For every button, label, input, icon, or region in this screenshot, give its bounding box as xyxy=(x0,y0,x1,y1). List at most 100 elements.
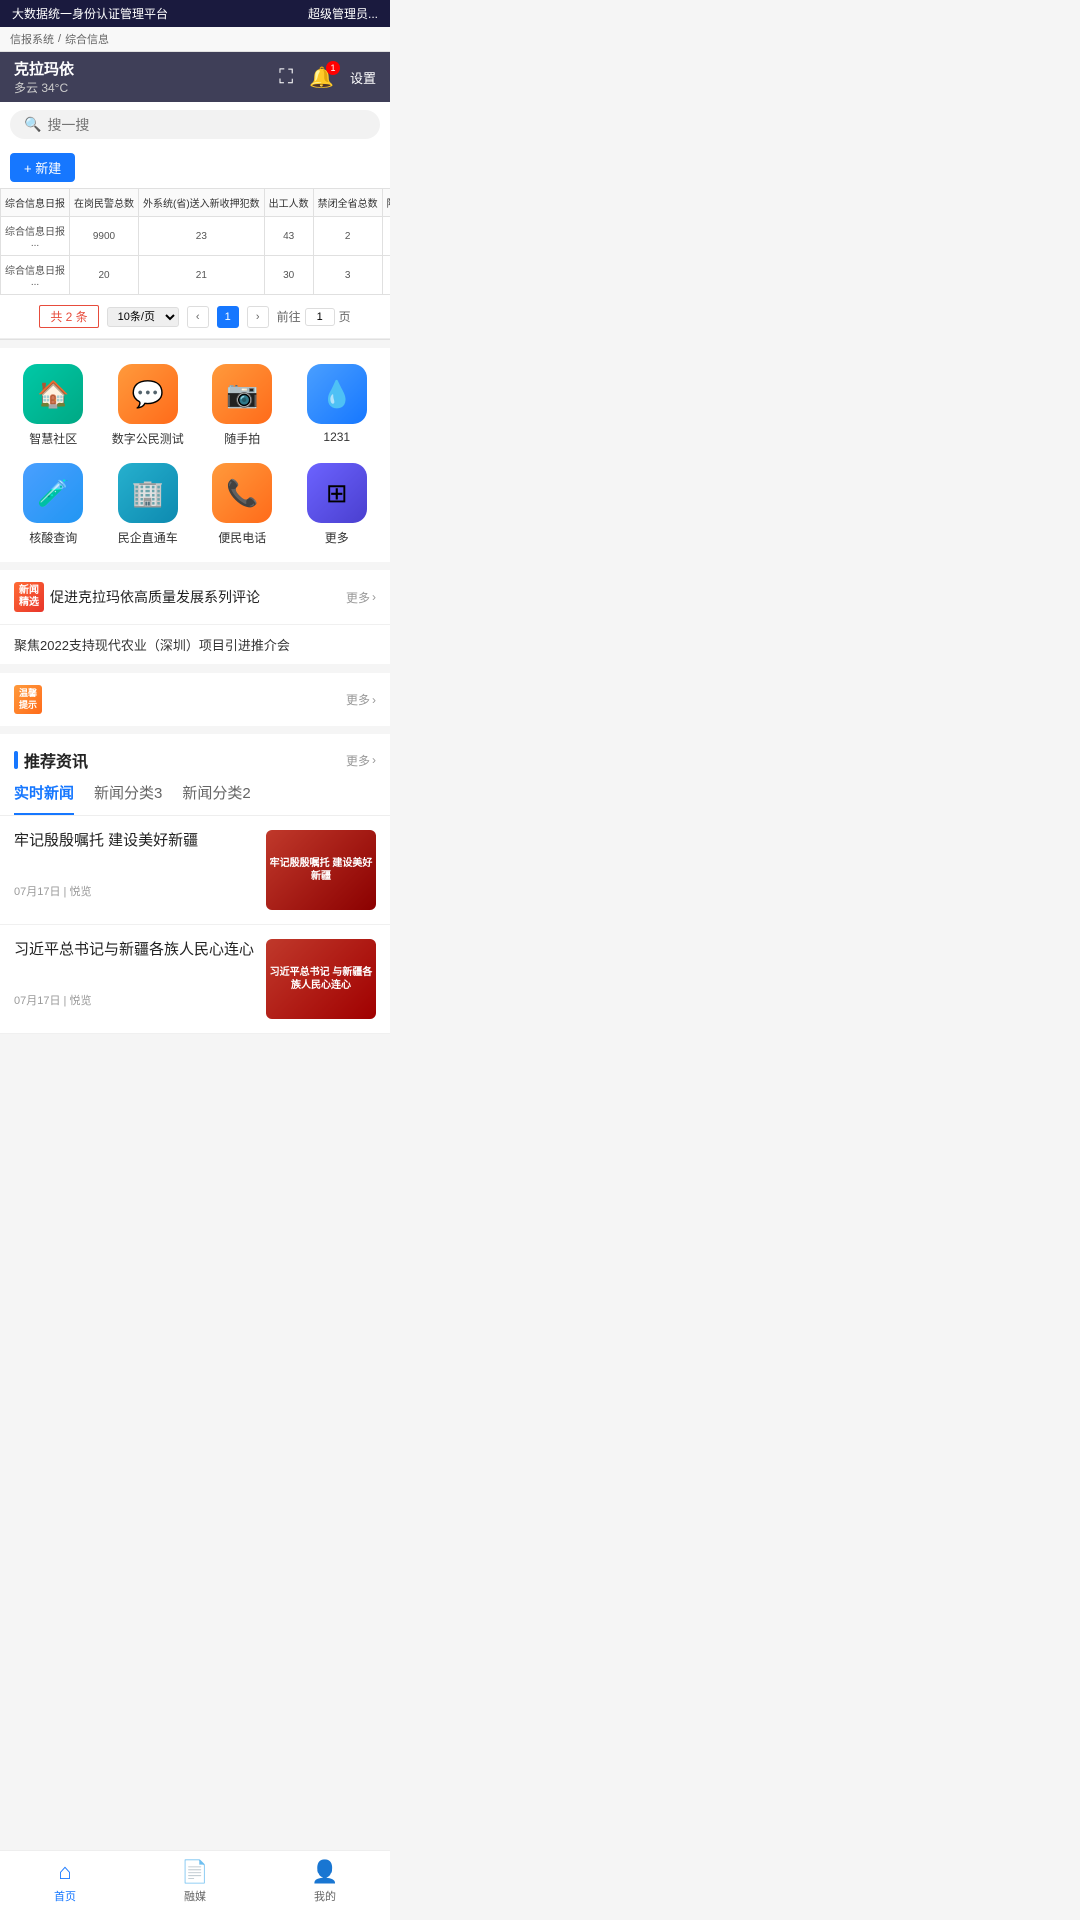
app-icon-digital: 💬 xyxy=(118,364,178,424)
app-item-enterprise[interactable]: 🏢民企直通车 xyxy=(105,463,192,546)
news-tag-icon: 新闻 精选 xyxy=(14,582,44,612)
app-icon-more: ⊞ xyxy=(307,463,367,523)
news-card-content-1: 习近平总书记与新疆各族人民心连心 07月17日 | 悦览 xyxy=(14,939,254,1008)
news-card-img-1: 习近平总书记 与新疆各族人民心连心 xyxy=(266,939,376,1019)
news-item-2[interactable]: 聚焦2022支持现代农业（深圳）项目引进推介会 xyxy=(0,625,390,665)
table-cell-1-2: 21 xyxy=(139,256,265,295)
data-panel: + 新建 综合信息日报 在岗民警总数 外系统(省)送入新收押犯数 出工人数 禁闭… xyxy=(0,147,390,340)
table-row[interactable]: 综合信息日报 ...9900234324122134432334已发 xyxy=(1,217,391,256)
notification-badge: 1 xyxy=(326,61,340,75)
table-row[interactable]: 综合信息日报 ...202130312244已发 xyxy=(1,256,391,295)
app-label-more: 更多 xyxy=(325,529,349,546)
breadcrumb-part2: 综合信息 xyxy=(65,31,109,47)
search-input[interactable] xyxy=(47,117,366,133)
recommend-title: 推荐资讯 xyxy=(14,748,88,772)
search-icon: 🔍 xyxy=(24,116,41,133)
app-item-zhihui[interactable]: 🏠智慧社区 xyxy=(10,364,97,447)
table-cell-1-0: 综合信息日报 ... xyxy=(1,256,70,295)
search-bar: 🔍 xyxy=(0,102,390,147)
col-header-0: 综合信息日报 xyxy=(1,189,70,217)
nav-item-home[interactable]: ⌂首页 xyxy=(0,1859,130,1904)
news-card-meta-1: 07月17日 | 悦览 xyxy=(14,992,254,1008)
goto-label: 前往 xyxy=(277,308,301,325)
new-button[interactable]: + 新建 xyxy=(10,153,75,182)
news-card-0[interactable]: 牢记殷殷嘱托 建设美好新疆07月17日 | 悦览牢记殷殷嘱托 建设美好新疆 xyxy=(0,816,390,925)
tab-news-2[interactable]: 新闻分类2 xyxy=(182,782,250,815)
table-cell-1-3: 30 xyxy=(264,256,313,295)
data-table-wrap: 综合信息日报 在岗民警总数 外系统(省)送入新收押犯数 出工人数 禁闭全省总数 … xyxy=(0,188,390,295)
news-tabs: 实时新闻新闻分类3 新闻分类2 xyxy=(0,772,390,816)
app-icon-1231: 💧 xyxy=(307,364,367,424)
warm-icon: 温馨 提示 xyxy=(14,685,42,714)
news-card-content-0: 牢记殷殷嘱托 建设美好新疆 07月17日 | 悦览 xyxy=(14,830,254,899)
news-more-link[interactable]: 更多 › xyxy=(346,589,376,606)
table-cell-0-3: 43 xyxy=(264,217,313,256)
city-temp: 多云 34°C xyxy=(14,79,74,96)
app-label-nucleic: 核酸查询 xyxy=(29,529,77,546)
data-table: 综合信息日报 在岗民警总数 外系统(省)送入新收押犯数 出工人数 禁闭全省总数 … xyxy=(0,188,390,295)
goto-input[interactable] xyxy=(305,308,335,326)
app-icon-photo: 📷 xyxy=(212,364,272,424)
recommend-section: 推荐资讯 更多 › 实时新闻新闻分类3 新闻分类2 牢记殷殷嘱托 建设美好新疆 07… xyxy=(0,734,390,1034)
app-icon-enterprise: 🏢 xyxy=(118,463,178,523)
table-cell-0-4: 2 xyxy=(313,217,382,256)
col-header-2: 外系统(省)送入新收押犯数 xyxy=(139,189,265,217)
news-card-img-0: 牢记殷殷嘱托 建设美好新疆 xyxy=(266,830,376,910)
app-item-phone[interactable]: 📞便民电话 xyxy=(199,463,286,546)
prev-page-button[interactable]: ‹ xyxy=(187,306,209,328)
news-section: 新闻 精选 促进克拉玛依高质量发展系列评论 更多 › 聚焦2022支持现代农业（… xyxy=(0,570,390,665)
nav-icon-home: ⌂ xyxy=(58,1859,71,1885)
col-header-4: 禁闭全省总数 xyxy=(313,189,382,217)
news-header: 新闻 精选 促进克拉玛依高质量发展系列评论 更多 › xyxy=(0,570,390,625)
tab-news-0[interactable]: 实时新闻 xyxy=(14,782,74,815)
nav-icon-mine: 👤 xyxy=(311,1859,338,1885)
news-card-meta-0: 07月17日 | 悦览 xyxy=(14,883,254,899)
table-cell-0-5: 4 xyxy=(382,217,390,256)
recommend-more-link[interactable]: 更多 › xyxy=(346,752,376,769)
notification-icon[interactable]: 🔔 1 xyxy=(309,65,334,90)
app-item-more[interactable]: ⊞ 更多 xyxy=(294,463,381,546)
header-icons: ⛶ 🔔 1 设置 xyxy=(279,65,376,90)
news-card-title-1: 习近平总书记与新疆各族人民心连心 xyxy=(14,939,254,962)
news-tag: 新闻 精选 促进克拉玛依高质量发展系列评论 xyxy=(14,582,260,612)
page-size-select[interactable]: 10条/页 20条/页 xyxy=(107,307,179,327)
news-articles: 牢记殷殷嘱托 建设美好新疆07月17日 | 悦览牢记殷殷嘱托 建设美好新疆习近平… xyxy=(0,816,390,1034)
news-card-title-0: 牢记殷殷嘱托 建设美好新疆 xyxy=(14,830,254,853)
warm-tag: 温馨 提示 xyxy=(14,685,42,714)
nav-icon-media: 📄 xyxy=(181,1859,208,1885)
current-page: 1 xyxy=(217,306,239,328)
app-item-photo[interactable]: 📷随手拍 xyxy=(199,364,286,447)
next-page-button[interactable]: › xyxy=(247,306,269,328)
col-header-1: 在岗民警总数 xyxy=(70,189,139,217)
app-item-nucleic[interactable]: 🧪核酸查询 xyxy=(10,463,97,546)
settings-icon[interactable]: 设置 xyxy=(350,68,376,87)
nav-label-mine: 我的 xyxy=(314,1888,336,1904)
city-name: 克拉玛依 xyxy=(14,58,74,79)
nav-item-mine[interactable]: 👤 我的 xyxy=(260,1859,390,1904)
table-cell-1-4: 3 xyxy=(313,256,382,295)
app-grid-section: 🏠智慧社区 💬 数字公民测试 📷随手拍 💧 1231 🧪核酸查询🏢民企直通车📞便民电话 ⊞ 更多 xyxy=(0,348,390,562)
fullscreen-icon[interactable]: ⛶ xyxy=(279,66,293,89)
search-wrap[interactable]: 🔍 xyxy=(10,110,380,139)
breadcrumb-sep: / xyxy=(58,33,61,45)
warm-more-link[interactable]: 更多 › xyxy=(346,691,376,708)
table-cell-1-5: 1 xyxy=(382,256,390,295)
tab-news-1[interactable]: 新闻分类3 xyxy=(94,782,162,815)
news-card-1[interactable]: 习近平总书记与新疆各族人民心连心 07月17日 | 悦览习近平总书记 与新疆各族人… xyxy=(0,925,390,1034)
recommend-header: 推荐资讯 更多 › xyxy=(0,734,390,772)
news-headline-1: 促进克拉玛依高质量发展系列评论 xyxy=(50,587,260,607)
app-label-digital: 数字公民测试 xyxy=(112,430,184,447)
app-item-digital[interactable]: 💬 数字公民测试 xyxy=(105,364,192,447)
pagination: 共 2 条 10条/页 20条/页 ‹ 1 › 前往 页 xyxy=(0,295,390,339)
table-cell-0-0: 综合信息日报 ... xyxy=(1,217,70,256)
col-header-3: 出工人数 xyxy=(264,189,313,217)
app-item-1231[interactable]: 💧 1231 xyxy=(294,364,381,447)
app-icon-zhihui: 🏠 xyxy=(23,364,83,424)
nav-item-media[interactable]: 📄 融媒 xyxy=(130,1859,260,1904)
nav-label-media: 融媒 xyxy=(184,1888,206,1904)
page-label: 页 xyxy=(339,308,351,325)
table-cell-0-1: 9900 xyxy=(70,217,139,256)
app-label-1231: 1231 xyxy=(323,430,350,444)
bottom-nav: ⌂首页 📄 融媒 👤 我的 xyxy=(0,1850,390,1920)
page-goto: 前往 页 xyxy=(277,308,351,326)
